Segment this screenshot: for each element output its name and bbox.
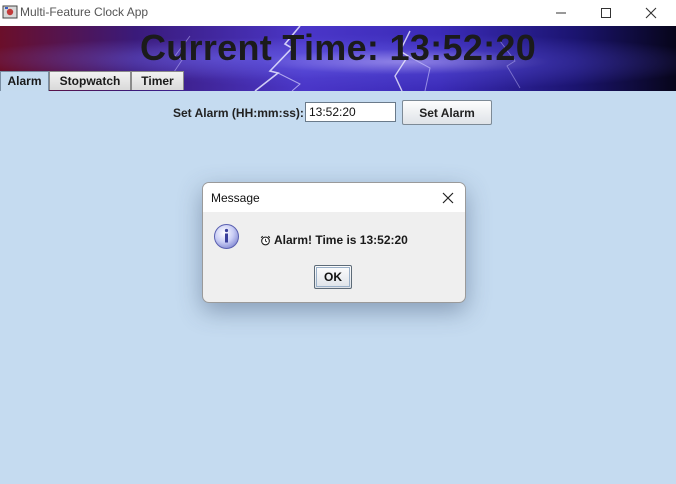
message-dialog: Message Alarm! Time is 13:52:20 OK <box>202 182 466 303</box>
window-titlebar: Multi-Feature Clock App <box>0 0 676 26</box>
maximize-button[interactable] <box>583 0 629 26</box>
alarm-clock-icon <box>260 235 271 245</box>
close-button[interactable] <box>628 0 674 26</box>
ok-button[interactable]: OK <box>314 265 352 289</box>
dialog-titlebar: Message <box>203 183 465 212</box>
window-title: Multi-Feature Clock App <box>20 5 149 19</box>
dialog-message-text: Alarm! Time is 13:52:20 <box>274 233 408 247</box>
close-icon <box>645 7 657 19</box>
dialog-message: Alarm! Time is 13:52:20 <box>260 233 408 247</box>
minimize-button[interactable] <box>538 0 584 26</box>
dialog-title: Message <box>211 191 260 205</box>
app-icon <box>2 5 18 19</box>
tab-strip: Alarm Stopwatch Timer <box>0 71 676 91</box>
minimize-icon <box>556 12 566 14</box>
tab-stopwatch[interactable]: Stopwatch <box>49 71 131 90</box>
information-icon <box>214 224 239 249</box>
tab-alarm[interactable]: Alarm <box>0 71 49 91</box>
maximize-icon <box>601 8 611 18</box>
current-time-display: Current Time: 13:52:20 <box>139 27 537 68</box>
set-alarm-button[interactable]: Set Alarm <box>402 100 492 125</box>
close-icon <box>442 192 454 204</box>
alarm-time-label: Set Alarm (HH:mm:ss): <box>173 106 304 120</box>
tab-timer[interactable]: Timer <box>131 71 184 90</box>
alarm-time-input[interactable]: 13:52:20 <box>305 102 396 122</box>
dialog-close-button[interactable] <box>439 189 457 207</box>
